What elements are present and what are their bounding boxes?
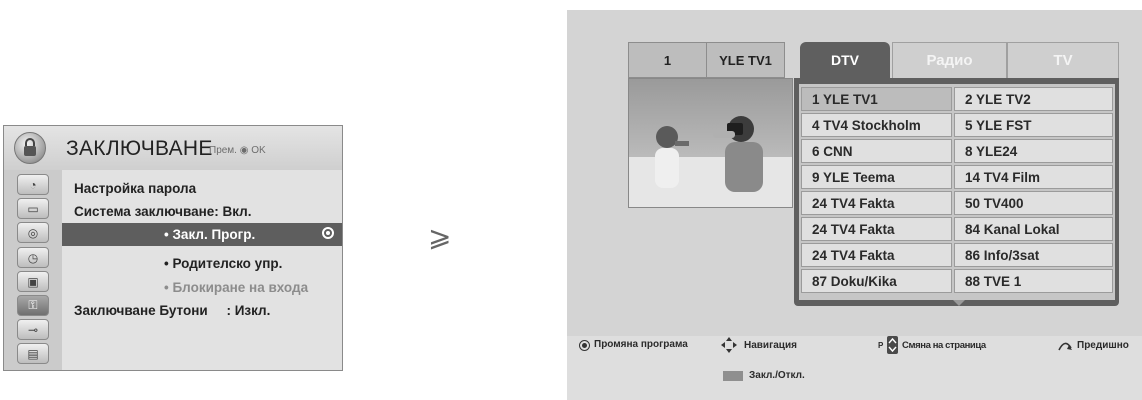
menu-item-parental-control[interactable]: • Родителско упр.: [62, 252, 342, 275]
input-icon[interactable]: ⊸: [17, 319, 49, 340]
channel-item[interactable]: 84 Kanal Lokal: [954, 217, 1113, 241]
screen-icon[interactable]: ▭: [17, 198, 49, 219]
menu-item-label: • Блокиране на входа: [164, 280, 309, 295]
legend-page-change: Смяна на страница: [902, 340, 986, 351]
channel-item[interactable]: 24 TV4 Fakta: [801, 217, 952, 241]
clock-icon[interactable]: ◷: [17, 247, 49, 268]
channel-item[interactable]: 86 Info/3sat: [954, 243, 1113, 267]
menu-item-key-lock[interactable]: Заключване Бутони : Изкл.: [62, 299, 354, 322]
radio-select-icon: [322, 227, 334, 239]
page-key-label: P: [878, 341, 884, 350]
ok-button-icon: [579, 340, 590, 351]
channel-item[interactable]: 24 TV4 Fakta: [801, 243, 952, 267]
channel-item[interactable]: 50 TV400: [954, 191, 1113, 215]
lock-menu-hint: Прем. ◉ OK: [209, 145, 266, 156]
lock-menu-header: ЗАКЛЮЧВАНЕ Прем. ◉ OK: [4, 126, 342, 170]
legend-change-program: Промяна програма: [594, 339, 688, 350]
transition-arrow-icon: ⩾: [428, 221, 452, 252]
channel-item[interactable]: 14 TV4 Film: [954, 165, 1113, 189]
back-arrow-icon: [1057, 339, 1073, 357]
color-key-icon: [723, 371, 743, 381]
current-channel-number: 1: [628, 42, 707, 78]
lock-category-icon[interactable]: ⚿: [17, 295, 49, 316]
navigation-arrows-icon: [720, 336, 738, 359]
menu-item-label: Настройка парола: [74, 181, 197, 196]
menu-item-label: Система заключване: Вкл.: [74, 204, 252, 219]
channel-item[interactable]: 4 TV4 Stockholm: [801, 113, 952, 137]
audio-icon[interactable]: ◎: [17, 222, 49, 243]
menu-item-password-setup[interactable]: Настройка парола: [62, 177, 354, 200]
channel-item[interactable]: 5 YLE FST: [954, 113, 1113, 137]
option-icon[interactable]: ▣: [17, 271, 49, 292]
current-channel-name: YLE TV1: [706, 42, 785, 78]
channel-preview-image: [628, 78, 793, 208]
channel-list: 1 YLE TV1 2 YLE TV2 4 TV4 Stockholm 5 YL…: [799, 84, 1115, 300]
channel-item[interactable]: 88 TVE 1: [954, 269, 1113, 293]
menu-item-input-block[interactable]: • Блокиране на входа: [62, 276, 342, 299]
lock-menu-title: ЗАКЛЮЧВАНЕ: [66, 137, 213, 160]
channel-item[interactable]: 2 YLE TV2: [954, 87, 1113, 111]
media-icon[interactable]: ▤: [17, 343, 49, 364]
channel-item[interactable]: 6 CNN: [801, 139, 952, 163]
page-up-down-icon: [887, 336, 898, 354]
scroll-down-icon[interactable]: [953, 300, 965, 306]
menu-item-label: • Родителско упр.: [164, 256, 283, 271]
channel-item[interactable]: 87 Doku/Kika: [801, 269, 952, 293]
menu-item-label: Заключване Бутони : Изкл.: [74, 303, 271, 318]
tab-tv[interactable]: TV: [1007, 42, 1119, 78]
lock-menu-panel: ЗАКЛЮЧВАНЕ Прем. ◉ OK ◔ ▭ ◎ ◷ ▣ ⚿ ⊸ ▤ На…: [3, 125, 343, 371]
legend-navigation: Навигация: [744, 340, 797, 351]
channel-editor-panel: 1 YLE TV1 DTV Радио TV 1 YLE TV1 2 YLE T…: [567, 10, 1142, 400]
satellite-icon[interactable]: ◔: [17, 174, 49, 195]
tab-dtv[interactable]: DTV: [800, 42, 890, 78]
channel-item[interactable]: 1 YLE TV1: [801, 87, 952, 111]
menu-category-icons: ◔ ▭ ◎ ◷ ▣ ⚿ ⊸ ▤: [4, 170, 63, 370]
menu-item-lock-system[interactable]: Система заключване: Вкл.: [62, 200, 354, 223]
lock-icon: [14, 132, 46, 164]
channel-item[interactable]: 8 YLE24: [954, 139, 1113, 163]
lock-menu-items: Настройка парола Система заключване: Вкл…: [62, 170, 342, 370]
tab-radio[interactable]: Радио: [892, 42, 1007, 78]
legend-previous: Предишно: [1077, 340, 1129, 351]
menu-item-lock-program[interactable]: • Закл. Прогр.: [62, 223, 342, 246]
channel-item[interactable]: 9 YLE Teema: [801, 165, 952, 189]
channel-item[interactable]: 24 TV4 Fakta: [801, 191, 952, 215]
menu-item-label: • Закл. Прогр.: [164, 227, 256, 242]
legend-lock-toggle: Закл./Откл.: [749, 370, 805, 381]
